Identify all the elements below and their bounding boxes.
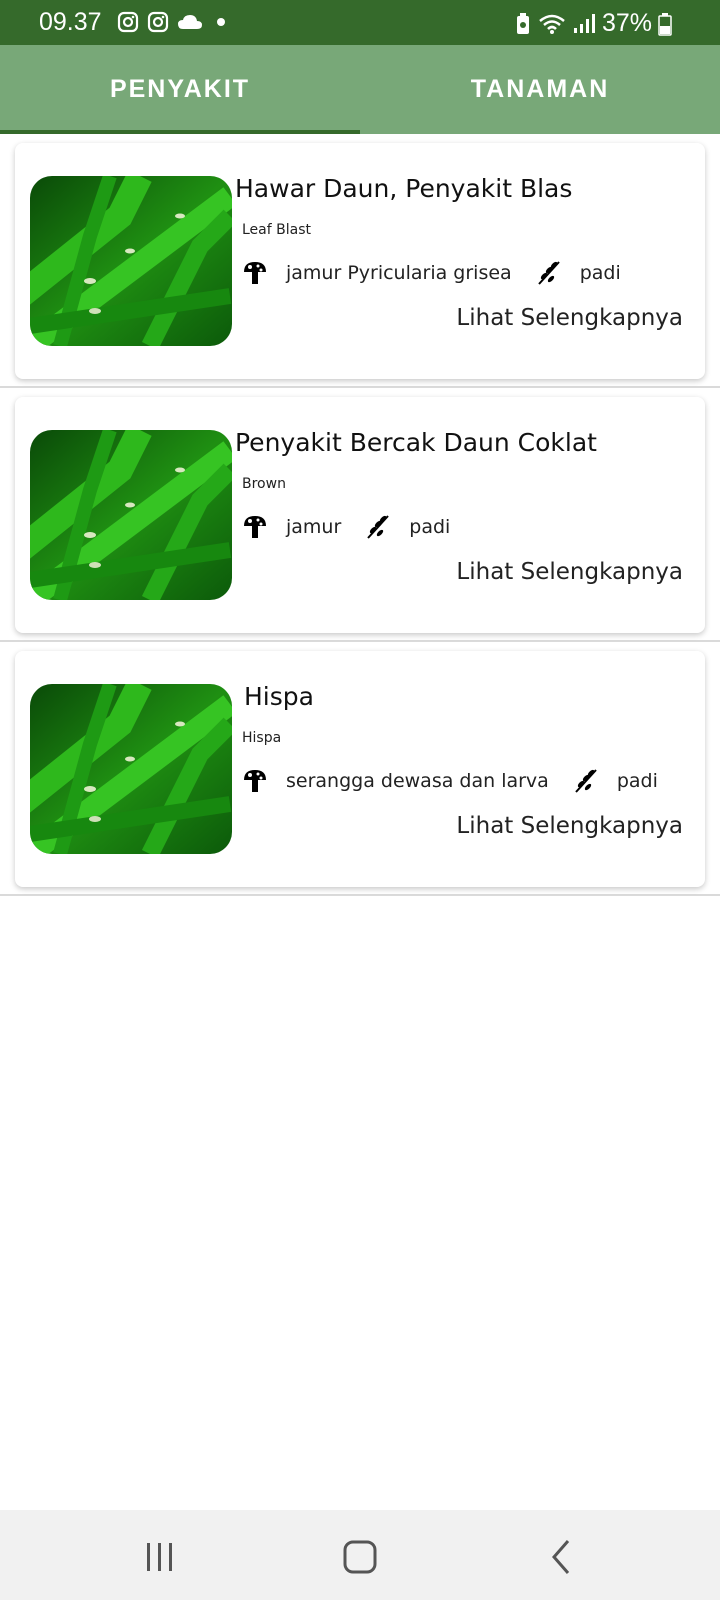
list-item: Hawar Daun, Penyakit Blas Leaf Blast jam… xyxy=(0,134,720,388)
disease-image xyxy=(30,176,232,346)
disease-image xyxy=(30,430,232,600)
rice-plant-icon xyxy=(367,515,390,539)
tab-penyakit[interactable]: PENYAKIT xyxy=(0,45,360,134)
disease-cause: serangga dewasa dan larva xyxy=(286,770,549,792)
disease-meta: serangga dewasa dan larva padi xyxy=(240,766,680,796)
disease-list: Hawar Daun, Penyakit Blas Leaf Blast jam… xyxy=(0,134,720,896)
disease-title: Penyakit Bercak Daun Coklat xyxy=(235,428,597,457)
disease-meta: jamur Pyricularia grisea padi xyxy=(240,258,643,288)
insect-icon xyxy=(244,770,266,792)
status-bar: 09.37 37% xyxy=(0,0,720,45)
see-more-link[interactable]: Lihat Selengkapnya xyxy=(456,813,683,839)
status-time: 09.37 xyxy=(39,8,102,36)
dot-icon xyxy=(217,18,225,26)
disease-plant: padi xyxy=(409,516,451,538)
fungus-icon xyxy=(244,262,266,284)
system-nav-bar xyxy=(0,1510,720,1600)
disease-plant: padi xyxy=(579,262,621,284)
disease-cause: jamur xyxy=(286,516,342,538)
disease-image xyxy=(30,684,232,854)
instagram-icon xyxy=(147,11,169,33)
fungus-icon xyxy=(244,516,266,538)
disease-card[interactable]: Hispa Hispa serangga dewasa dan larva pa… xyxy=(15,651,705,887)
disease-card[interactable]: Hawar Daun, Penyakit Blas Leaf Blast jam… xyxy=(15,143,705,379)
disease-title: Hispa xyxy=(244,682,314,711)
tab-tanaman[interactable]: TANAMAN xyxy=(360,45,720,134)
disease-meta: jamur padi xyxy=(240,512,472,542)
list-item: Penyakit Bercak Daun Coklat Brown jamur … xyxy=(0,388,720,642)
battery-percent: 37% xyxy=(601,9,652,37)
home-icon[interactable] xyxy=(338,1535,382,1579)
rice-plant-icon xyxy=(537,261,560,285)
disease-cause: jamur Pyricularia grisea xyxy=(286,262,512,284)
cloud-icon xyxy=(178,15,202,29)
battery-icon xyxy=(658,12,672,36)
see-more-link[interactable]: Lihat Selengkapnya xyxy=(456,559,683,585)
back-icon[interactable] xyxy=(540,1535,584,1579)
see-more-link[interactable]: Lihat Selengkapnya xyxy=(456,305,683,331)
list-item: Hispa Hispa serangga dewasa dan larva pa… xyxy=(0,642,720,896)
rice-plant-icon xyxy=(575,769,597,793)
disease-subtitle: Leaf Blast xyxy=(242,222,311,238)
battery-saver-icon xyxy=(516,12,529,34)
disease-title: Hawar Daun, Penyakit Blas xyxy=(235,174,573,203)
disease-subtitle: Hispa xyxy=(242,730,282,746)
wifi-icon xyxy=(539,14,565,34)
disease-subtitle: Brown xyxy=(242,476,286,492)
disease-plant: padi xyxy=(616,770,658,792)
instagram-icon xyxy=(117,11,139,33)
recent-apps-icon[interactable] xyxy=(138,1535,182,1579)
system-icons: 37% xyxy=(514,9,672,38)
notification-icons xyxy=(117,11,231,33)
disease-card[interactable]: Penyakit Bercak Daun Coklat Brown jamur … xyxy=(15,397,705,633)
tab-bar: PENYAKIT TANAMAN xyxy=(0,45,720,134)
signal-icon xyxy=(573,13,595,33)
